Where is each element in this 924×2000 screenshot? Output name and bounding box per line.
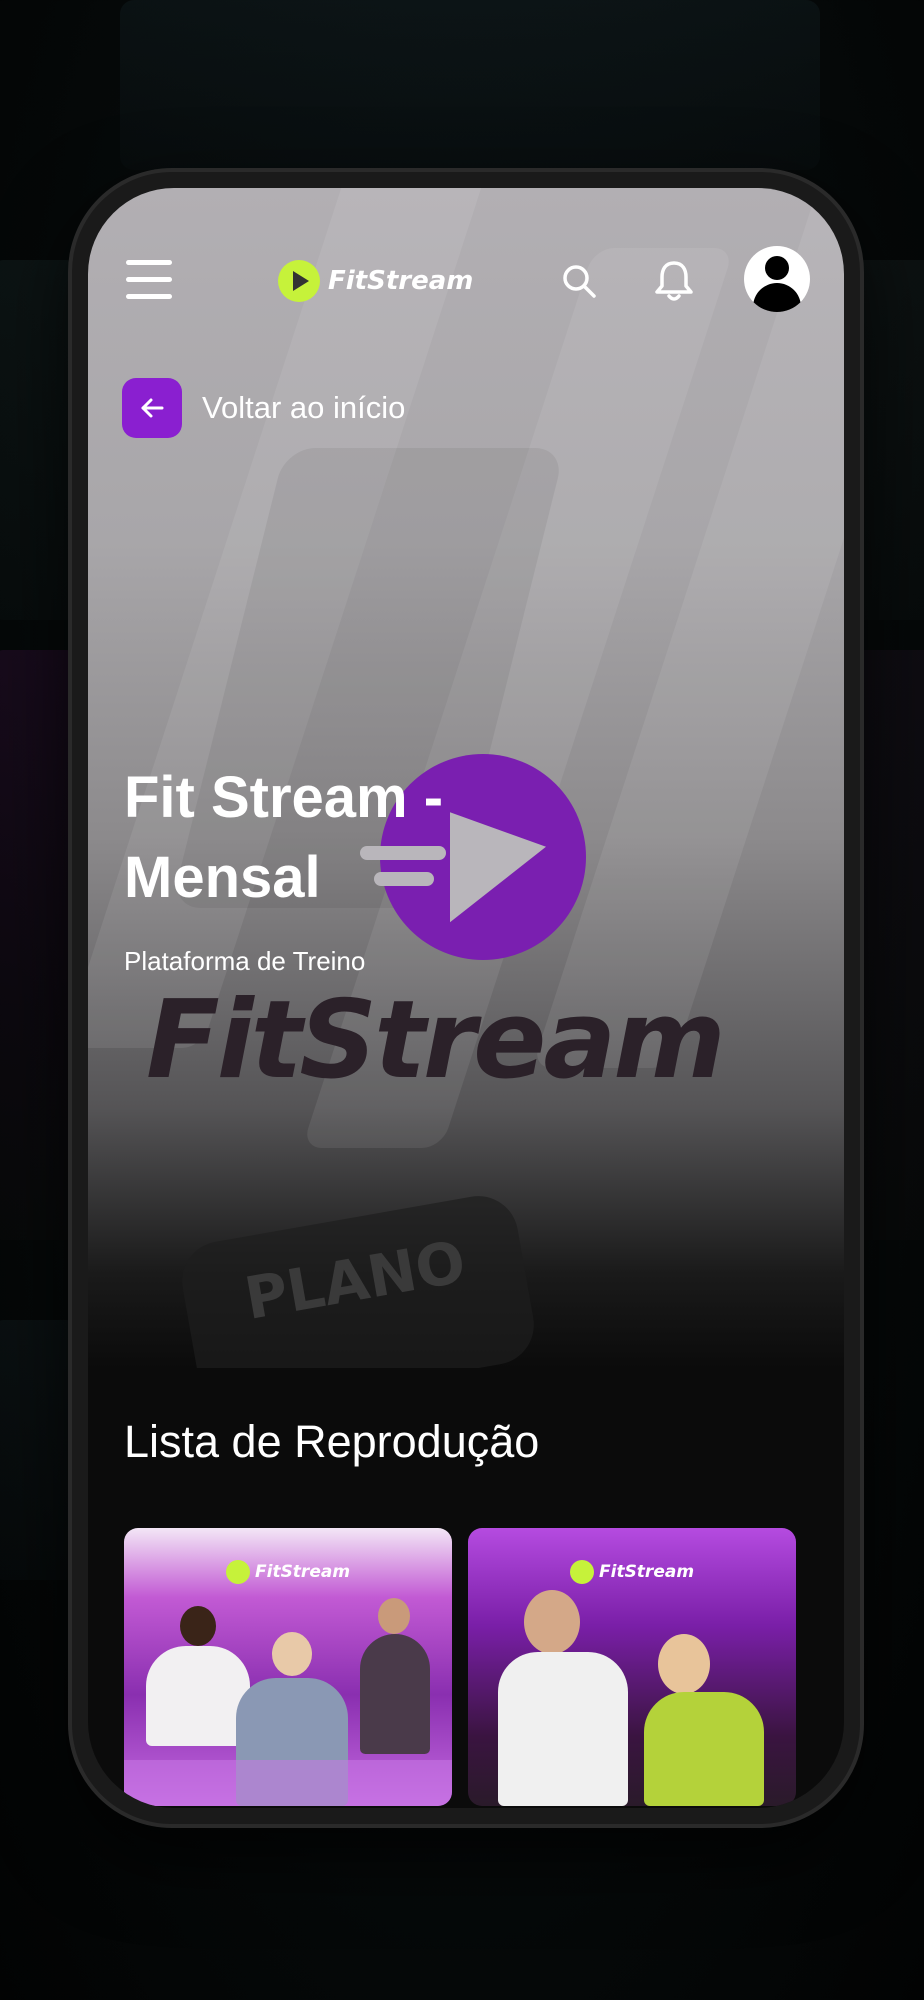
page-title-line-2: Mensal (124, 845, 321, 910)
page-title: Fit Stream - Mensal (124, 758, 544, 918)
playlist-carousel[interactable]: FitStream FitStream (124, 1528, 818, 1808)
background-poster (0, 260, 80, 620)
brand-wordmark: FitStream (146, 978, 726, 1103)
back-label[interactable]: Voltar ao início (202, 390, 405, 426)
user-icon[interactable] (744, 246, 810, 312)
background-poster (850, 650, 924, 1240)
playlist-card[interactable]: FitStream (124, 1528, 452, 1806)
logo-text: FitStream (328, 266, 474, 296)
back-to-home-link[interactable]: Voltar ao início (122, 378, 405, 438)
back-button[interactable] (122, 378, 182, 438)
app-screen: FitStream PLANO FitStream Voltar ao iníc… (88, 188, 844, 1808)
card-logo-text: FitStream (255, 1562, 351, 1582)
plan-badge-text: PLANO (239, 1227, 471, 1333)
logo-mark-icon (570, 1560, 594, 1584)
plan-badge: PLANO (175, 1189, 541, 1368)
card-logo-text: FitStream (599, 1562, 695, 1582)
card-logo: FitStream (570, 1560, 694, 1584)
logo-mark-icon (278, 260, 320, 302)
background-poster-top (120, 0, 820, 170)
page-subtitle: Plataforma de Treino (124, 946, 366, 976)
background-poster (850, 260, 924, 620)
app-logo[interactable]: FitStream (278, 258, 473, 304)
page-title-line-1: Fit Stream - (124, 765, 444, 830)
search-icon[interactable] (562, 264, 596, 298)
playlist-card[interactable]: FitStream (468, 1528, 796, 1806)
background-poster (0, 650, 80, 1240)
playlist-title: Lista de Reprodução (124, 1416, 540, 1467)
arrow-left-icon (141, 398, 164, 418)
logo-mark-icon (226, 1560, 250, 1584)
card-logo: FitStream (226, 1560, 350, 1584)
menu-icon[interactable] (126, 260, 172, 300)
background-poster (0, 1320, 80, 1580)
bell-icon[interactable] (654, 260, 694, 302)
phone-frame: FitStream PLANO FitStream Voltar ao iníc… (72, 172, 860, 1824)
